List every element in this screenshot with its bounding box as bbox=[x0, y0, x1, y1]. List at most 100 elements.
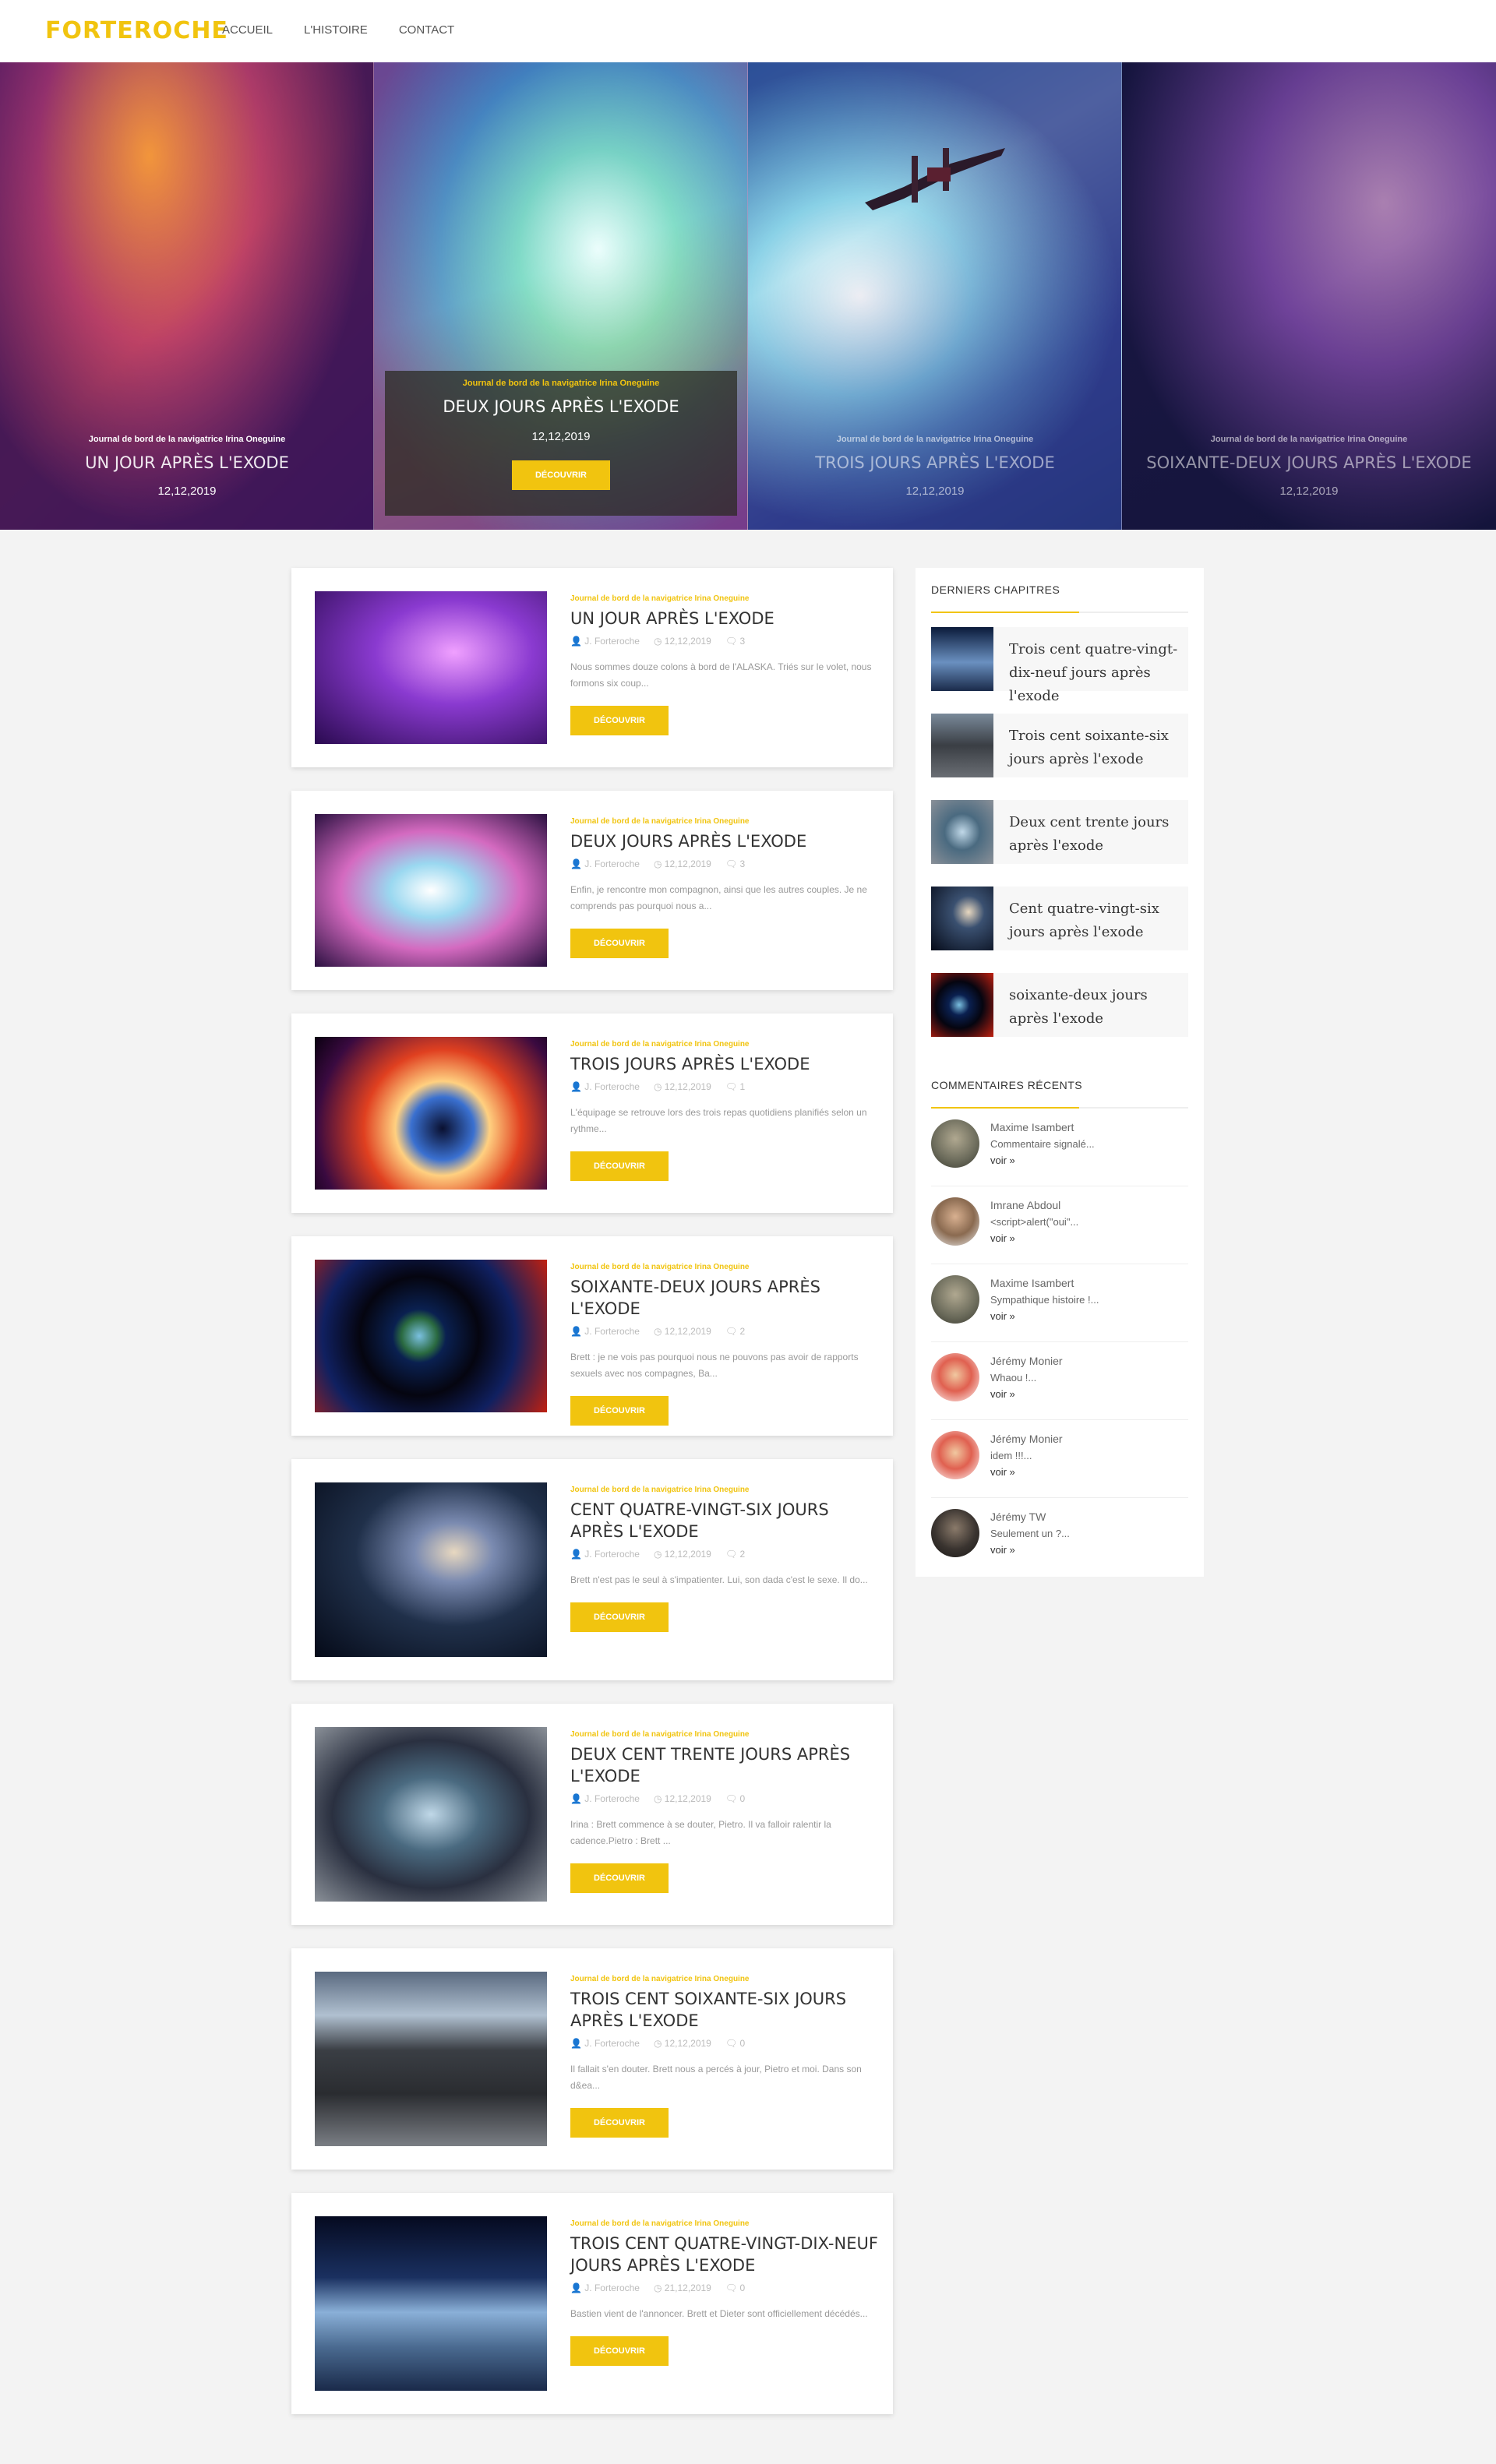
post-title[interactable]: CENT QUATRE-VINGT-SIX JOURS APRÈS L'EXOD… bbox=[570, 1499, 885, 1542]
post-category[interactable]: Journal de bord de la navigatrice Irina … bbox=[570, 1730, 885, 1739]
chapter-thumbnail bbox=[931, 627, 993, 691]
post-date: 12,12,2019 bbox=[664, 1793, 711, 1804]
post-discover-button[interactable]: DÉCOUVRIR bbox=[570, 1396, 669, 1426]
post-category[interactable]: Journal de bord de la navigatrice Irina … bbox=[570, 1040, 885, 1049]
post-comments: 0 bbox=[739, 1793, 746, 1804]
slide-title[interactable]: UN JOUR APRÈS L'EXODE bbox=[0, 453, 373, 472]
chapter-title[interactable]: Trois cent soixante-six jours après l'ex… bbox=[1009, 724, 1188, 771]
post-date: 12,12,2019 bbox=[664, 858, 711, 869]
post-discover-button[interactable]: DÉCOUVRIR bbox=[570, 706, 669, 735]
slide-caption: Journal de bord de la navigatrice Irina … bbox=[1122, 435, 1496, 498]
comment-author: Maxime Isambert bbox=[990, 1121, 1074, 1133]
post-thumbnail[interactable] bbox=[315, 814, 547, 967]
chapter-item[interactable]: Trois cent soixante-six jours après l'ex… bbox=[931, 714, 1188, 777]
post-thumbnail[interactable] bbox=[315, 1260, 547, 1412]
post-discover-button[interactable]: DÉCOUVRIR bbox=[570, 929, 669, 958]
clock-icon: ◷ 12,12,2019 bbox=[653, 1081, 711, 1092]
post-title[interactable]: SOIXANTE-DEUX JOURS APRÈS L'EXODE bbox=[570, 1276, 885, 1320]
post-author: J. Forteroche bbox=[584, 2038, 640, 2049]
post-body: Journal de bord de la navigatrice Irina … bbox=[570, 1040, 885, 1181]
post-thumbnail[interactable] bbox=[315, 1972, 547, 2146]
chapter-title[interactable]: Trois cent quatre-vingt-dix-neuf jours a… bbox=[1009, 638, 1188, 708]
comment-view-link[interactable]: voir » bbox=[990, 1154, 1185, 1166]
chapter-thumbnail bbox=[931, 887, 993, 950]
post-category[interactable]: Journal de bord de la navigatrice Irina … bbox=[570, 817, 885, 826]
post-title[interactable]: TROIS CENT SOIXANTE-SIX JOURS APRÈS L'EX… bbox=[570, 1988, 885, 2032]
slide-title[interactable]: SOIXANTE-DEUX JOURS APRÈS L'EXODE bbox=[1122, 453, 1496, 472]
comment-view-link[interactable]: voir » bbox=[990, 1544, 1185, 1556]
post-comments: 3 bbox=[739, 636, 746, 647]
comment-text: idem !!!... bbox=[990, 1450, 1032, 1461]
post-title[interactable]: DEUX JOURS APRÈS L'EXODE bbox=[570, 830, 885, 852]
comment-body: Maxime Isambert Sympathique histoire !..… bbox=[990, 1277, 1185, 1322]
site-logo[interactable]: FORTEROCHE bbox=[45, 17, 228, 44]
slide-date: 12,12,2019 bbox=[531, 430, 591, 443]
slide-title[interactable]: DEUX JOURS APRÈS L'EXODE bbox=[385, 397, 737, 416]
chapter-item[interactable]: Cent quatre-vingt-six jours après l'exod… bbox=[931, 887, 1188, 950]
post-thumbnail[interactable] bbox=[315, 1482, 547, 1657]
post-excerpt: Brett : je ne vois pas pourquoi nous ne … bbox=[570, 1352, 859, 1379]
slide-3[interactable]: Journal de bord de la navigatrice Irina … bbox=[748, 62, 1122, 530]
avatar bbox=[931, 1509, 979, 1557]
clock-icon: ◷ 12,12,2019 bbox=[653, 1793, 711, 1804]
post-thumbnail[interactable] bbox=[315, 1037, 547, 1190]
post-category[interactable]: Journal de bord de la navigatrice Irina … bbox=[570, 1263, 885, 1271]
post-title[interactable]: TROIS JOURS APRÈS L'EXODE bbox=[570, 1053, 885, 1075]
post-discover-button[interactable]: DÉCOUVRIR bbox=[570, 1602, 669, 1632]
chapter-item[interactable]: soixante-deux jours après l'exode bbox=[931, 973, 1188, 1037]
comment-author: Jérémy TW bbox=[990, 1510, 1046, 1523]
post-thumbnail[interactable] bbox=[315, 1727, 547, 1902]
post-discover-button[interactable]: DÉCOUVRIR bbox=[570, 1151, 669, 1181]
user-icon: 👤 J. Forteroche bbox=[570, 1326, 640, 1337]
chapter-item[interactable]: Deux cent trente jours après l'exode bbox=[931, 800, 1188, 864]
chapter-title[interactable]: Cent quatre-vingt-six jours après l'exod… bbox=[1009, 897, 1188, 944]
post-category[interactable]: Journal de bord de la navigatrice Irina … bbox=[570, 1975, 885, 1983]
post-meta: 👤 J. Forteroche ◷ 12,12,2019 🗨 3 bbox=[570, 636, 885, 647]
post-title[interactable]: TROIS CENT QUATRE-VINGT-DIX-NEUF JOURS A… bbox=[570, 2233, 885, 2276]
comment-author: Jérémy Monier bbox=[990, 1433, 1063, 1445]
nav-histoire[interactable]: L'HISTOIRE bbox=[304, 23, 368, 37]
nav-accueil[interactable]: ACCUEIL bbox=[222, 23, 273, 37]
comment-icon: 🗨 1 bbox=[725, 1081, 746, 1092]
post-excerpt: Brett n'est pas le seul à s'impatienter.… bbox=[570, 1574, 868, 1585]
slide-caption: Journal de bord de la navigatrice Irina … bbox=[748, 435, 1121, 498]
post-date: 12,12,2019 bbox=[664, 1081, 711, 1092]
slide-title[interactable]: TROIS JOURS APRÈS L'EXODE bbox=[748, 453, 1121, 472]
post-title[interactable]: DEUX CENT TRENTE JOURS APRÈS L'EXODE bbox=[570, 1743, 885, 1787]
post-category[interactable]: Journal de bord de la navigatrice Irina … bbox=[570, 2219, 885, 2228]
avatar bbox=[931, 1197, 979, 1246]
comment-view-link[interactable]: voir » bbox=[990, 1310, 1185, 1322]
post-card: Journal de bord de la navigatrice Irina … bbox=[291, 1013, 893, 1213]
post-thumbnail[interactable] bbox=[315, 591, 547, 744]
slide-1[interactable]: Journal de bord de la navigatrice Irina … bbox=[0, 62, 374, 530]
slide-2-active[interactable]: Journal de bord de la navigatrice Irina … bbox=[374, 62, 748, 530]
chapter-thumbnail bbox=[931, 973, 993, 1037]
post-meta: 👤 J. Forteroche ◷ 12,12,2019 🗨 0 bbox=[570, 2038, 885, 2049]
post-body: Journal de bord de la navigatrice Irina … bbox=[570, 2219, 885, 2366]
comment-view-link[interactable]: voir » bbox=[990, 1388, 1185, 1400]
space-station-icon bbox=[865, 148, 1005, 210]
post-title[interactable]: UN JOUR APRÈS L'EXODE bbox=[570, 608, 885, 629]
chapter-title[interactable]: soixante-deux jours après l'exode bbox=[1009, 984, 1188, 1031]
post-author: J. Forteroche bbox=[584, 1326, 640, 1337]
post-discover-button[interactable]: DÉCOUVRIR bbox=[570, 1863, 669, 1893]
comment-icon: 🗨 0 bbox=[725, 2038, 746, 2049]
comment-icon: 🗨 3 bbox=[725, 858, 746, 869]
comment-view-link[interactable]: voir » bbox=[990, 1466, 1185, 1478]
post-date: 21,12,2019 bbox=[664, 2282, 711, 2293]
comment-icon: 🗨 0 bbox=[725, 2282, 746, 2293]
post-card: Journal de bord de la navigatrice Irina … bbox=[291, 1236, 893, 1436]
slide-caption: Journal de bord de la navigatrice Irina … bbox=[0, 435, 373, 498]
post-discover-button[interactable]: DÉCOUVRIR bbox=[570, 2108, 669, 2138]
slide-4[interactable]: Journal de bord de la navigatrice Irina … bbox=[1122, 62, 1496, 530]
nav-contact[interactable]: CONTACT bbox=[399, 23, 454, 37]
post-category[interactable]: Journal de bord de la navigatrice Irina … bbox=[570, 1486, 885, 1494]
post-thumbnail[interactable] bbox=[315, 2216, 547, 2391]
post-discover-button[interactable]: DÉCOUVRIR bbox=[570, 2336, 669, 2366]
comment-view-link[interactable]: voir » bbox=[990, 1232, 1185, 1244]
chapter-title[interactable]: Deux cent trente jours après l'exode bbox=[1009, 811, 1188, 858]
post-category[interactable]: Journal de bord de la navigatrice Irina … bbox=[570, 594, 885, 603]
chapter-item[interactable]: Trois cent quatre-vingt-dix-neuf jours a… bbox=[931, 627, 1188, 704]
slide-discover-button[interactable]: DÉCOUVRIR bbox=[512, 460, 610, 490]
comment-item: Jérémy TW Seulement un ?... voir » bbox=[931, 1498, 1188, 1576]
